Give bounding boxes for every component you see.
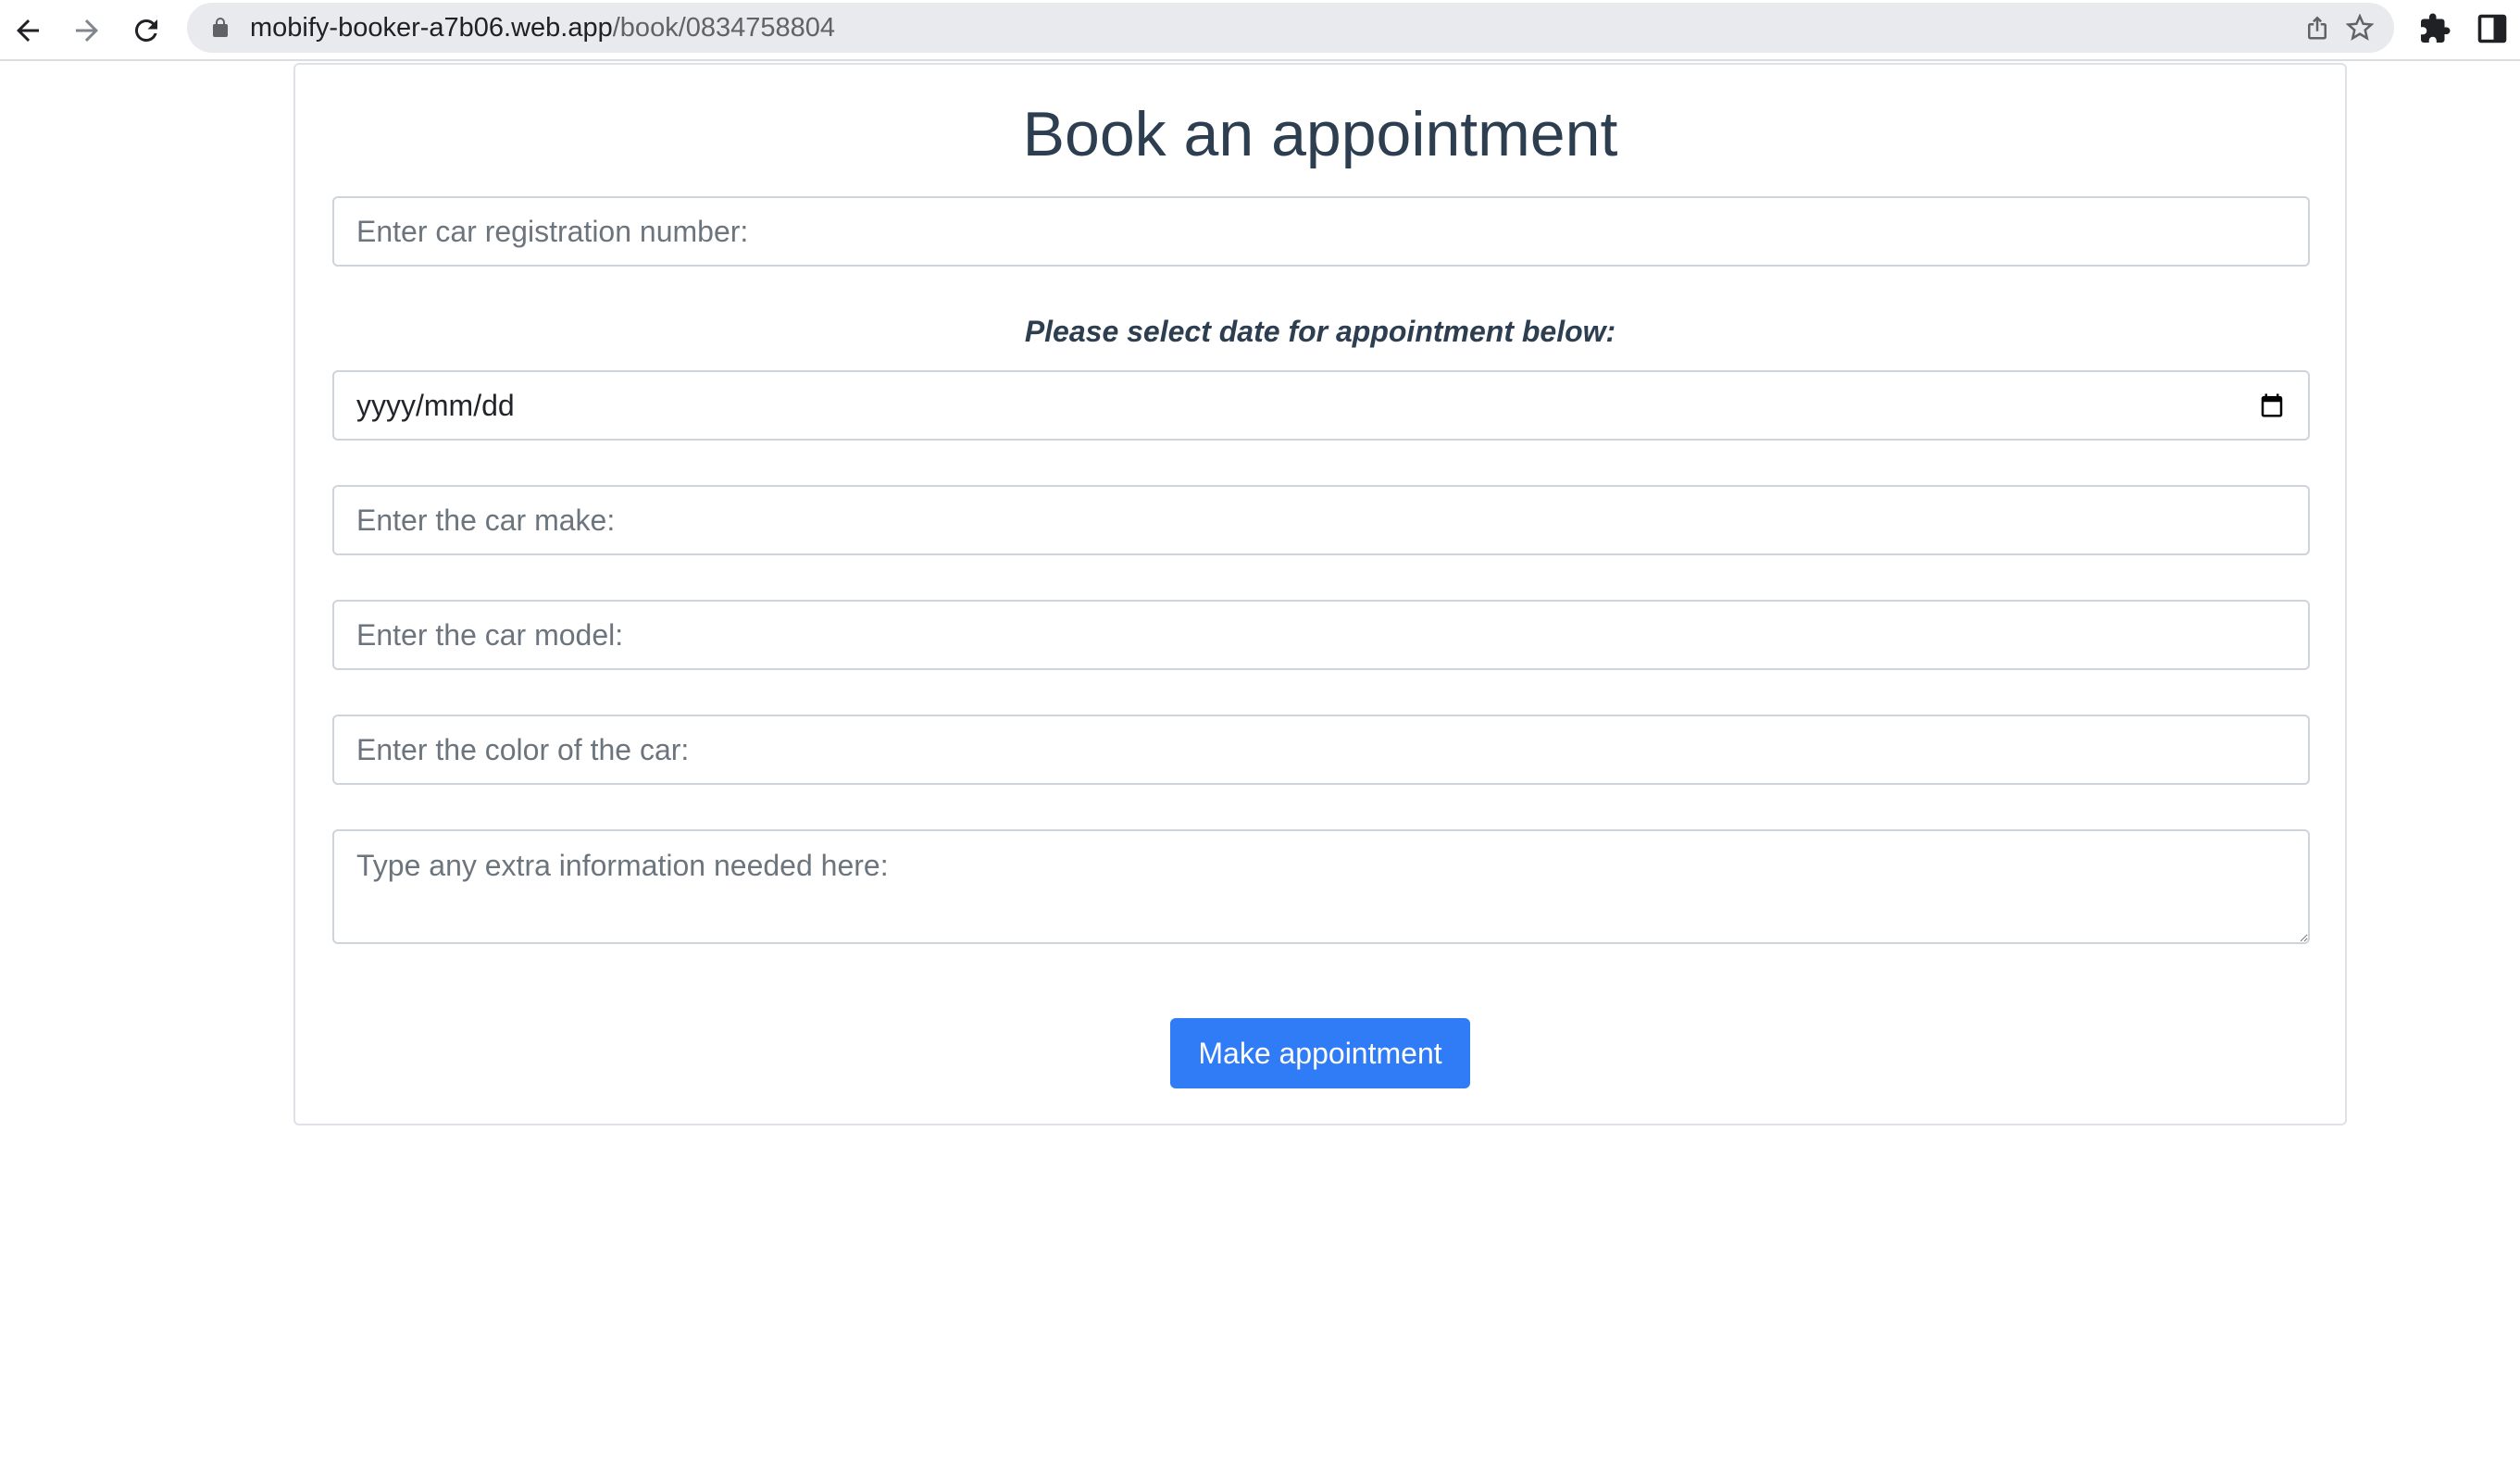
booking-form-card: Book an appointment Please select date f… xyxy=(293,63,2347,1125)
date-label: Please select date for appointment below… xyxy=(1024,315,1616,348)
back-arrow-icon[interactable] xyxy=(6,8,50,53)
extensions-puzzle-icon[interactable] xyxy=(2418,12,2451,45)
appointment-date-input[interactable]: yyyy/mm/dd xyxy=(332,370,2310,441)
make-appointment-button[interactable]: Make appointment xyxy=(1170,1018,1470,1088)
star-icon[interactable] xyxy=(2346,14,2374,42)
address-bar[interactable]: mobify-booker-a7b06.web.app/book/0834758… xyxy=(187,3,2394,53)
url-text[interactable]: mobify-booker-a7b06.web.app/book/0834758… xyxy=(250,3,835,53)
reload-icon[interactable] xyxy=(124,8,168,53)
date-format-text: yyyy/mm/dd xyxy=(356,388,515,422)
calendar-icon[interactable] xyxy=(2258,392,2286,419)
extra-information-textarea[interactable] xyxy=(332,829,2310,944)
url-path: /book/0834758804 xyxy=(612,13,836,43)
registration-number-input[interactable] xyxy=(332,196,2310,267)
share-icon[interactable] xyxy=(2303,14,2331,42)
lock-icon[interactable] xyxy=(209,17,231,39)
car-model-input[interactable] xyxy=(332,600,2310,670)
side-panel-icon[interactable] xyxy=(2476,12,2509,45)
url-host: mobify-booker-a7b06.web.app xyxy=(250,13,613,43)
car-color-input[interactable] xyxy=(332,715,2310,785)
browser-toolbar: mobify-booker-a7b06.web.app/book/0834758… xyxy=(0,0,2520,61)
car-make-input[interactable] xyxy=(332,485,2310,555)
forward-arrow-icon[interactable] xyxy=(65,8,109,53)
page-title: Book an appointment xyxy=(1022,99,1618,169)
